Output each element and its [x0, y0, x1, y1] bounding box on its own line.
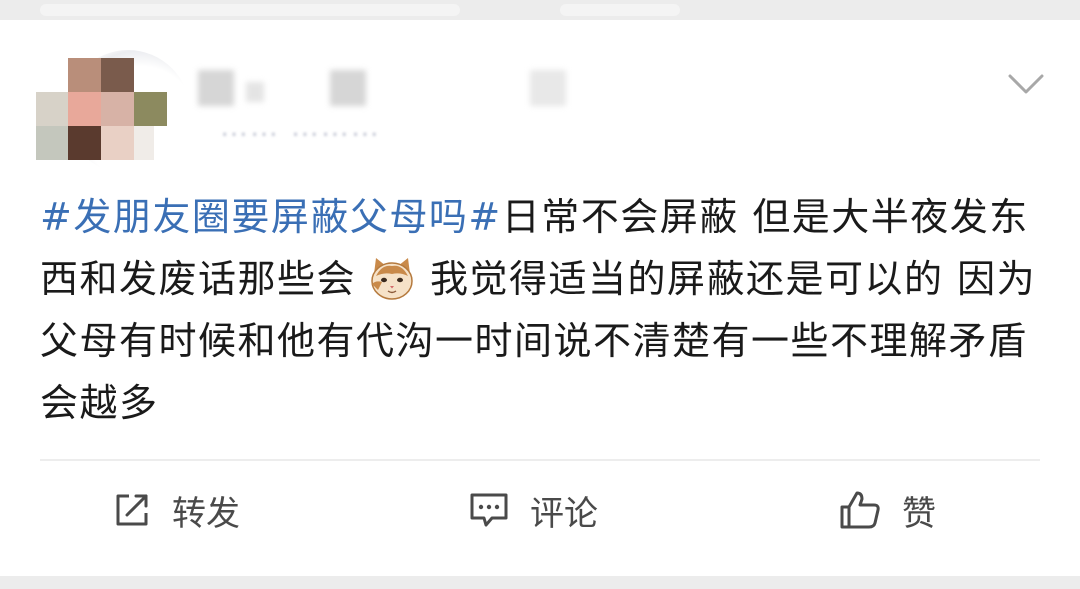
post-content: #发朋友圈要屏蔽父母吗#日常不会屏蔽 但是大半夜发东西和发废话那些会 我觉得适当…: [40, 186, 1040, 434]
bottom-separator: [0, 576, 1080, 589]
post-meta-blurred: …… ………: [220, 110, 381, 143]
previous-post-blur: [560, 4, 680, 16]
comment-icon: [470, 493, 508, 527]
previous-post-blur: [40, 4, 460, 16]
comment-button[interactable]: 评论: [468, 488, 598, 534]
repost-button[interactable]: 转发: [112, 488, 240, 534]
username-blurred: [330, 70, 366, 106]
username-blurred[interactable]: [198, 70, 234, 106]
like-button[interactable]: 赞: [838, 488, 936, 534]
topic-link[interactable]: #发朋友圈要屏蔽父母吗#: [40, 195, 502, 239]
username-blurred: [246, 82, 264, 102]
action-divider: [40, 459, 1040, 461]
avatar[interactable]: [36, 40, 190, 174]
comment-label: 评论: [530, 493, 598, 534]
username-blurred: [530, 70, 566, 106]
repost-label: 转发: [172, 493, 240, 534]
chevron-down-icon[interactable]: [1006, 70, 1046, 98]
top-separator: [0, 0, 1080, 20]
like-label: 赞: [902, 493, 936, 534]
thumbs-up-icon: [840, 491, 880, 529]
repost-icon: [116, 494, 148, 526]
cat-face-emoji: [371, 258, 413, 300]
